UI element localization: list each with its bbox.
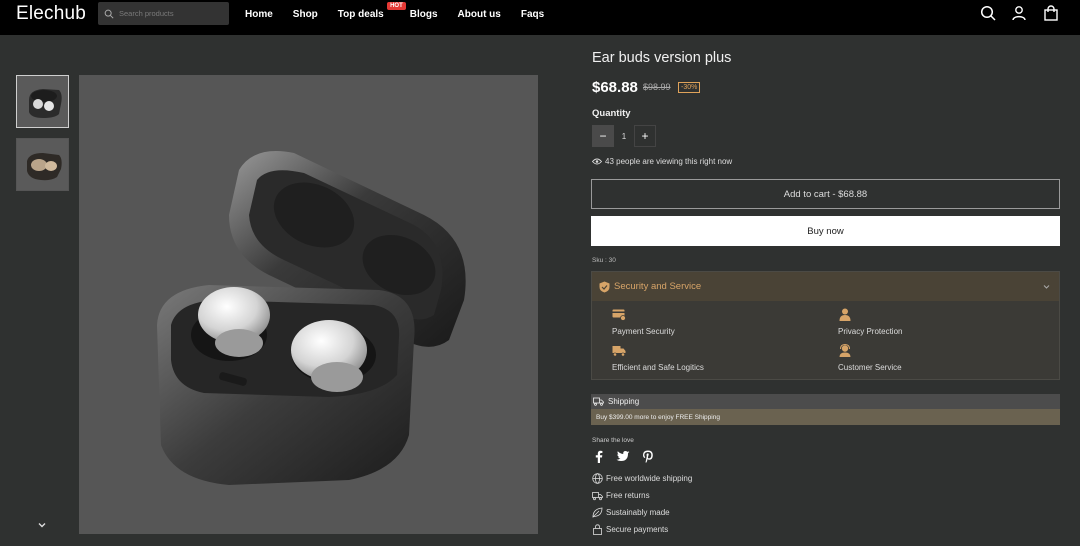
product-title: Ear buds version plus	[592, 50, 732, 66]
quantity-decrease-button[interactable]: −	[592, 125, 614, 147]
buy-now-button[interactable]: Buy now	[591, 216, 1060, 246]
viewing-now: 43 people are viewing this right now	[592, 157, 732, 166]
feature-label: Free worldwide shipping	[606, 474, 693, 483]
product-main-image[interactable]	[79, 75, 538, 534]
nav-top-deals[interactable]: Top deals HOT	[337, 1, 406, 20]
quantity-value[interactable]: 1	[614, 125, 634, 147]
chevron-down-icon[interactable]	[36, 519, 48, 531]
service-efficient-logistics: Efficient and Safe Logitics	[612, 363, 704, 372]
service-customer-service: Customer Service	[838, 363, 902, 372]
search-box[interactable]	[98, 2, 229, 25]
service-payment-security: Payment Security	[612, 327, 675, 336]
security-service-heading: Security and Service	[614, 281, 702, 292]
lock-icon	[593, 524, 602, 535]
security-service-panel: Security and Service Payment Security Pr…	[591, 271, 1060, 380]
shipping-label: Shipping	[608, 397, 640, 406]
feature-label: Sustainably made	[606, 508, 670, 517]
cart-bag-icon[interactable]	[1043, 5, 1059, 21]
free-shipping-note: Buy $399.00 more to enjoy FREE Shipping	[591, 409, 1060, 425]
customer-service-icon	[839, 344, 851, 357]
payment-card-icon	[612, 309, 626, 321]
truck-icon	[592, 492, 603, 501]
feature-label: Free returns	[606, 491, 650, 500]
delivery-truck-icon	[612, 346, 626, 357]
chevron-down-icon	[1043, 285, 1050, 289]
feature-label: Secure payments	[606, 525, 669, 534]
search-icon[interactable]	[980, 5, 996, 21]
nav-top-deals-label: Top deals	[337, 8, 384, 20]
truck-icon	[593, 397, 604, 406]
quantity-label: Quantity	[592, 108, 631, 119]
shipping-panel: Shipping Buy $399.00 more to enjoy FREE …	[591, 394, 1060, 425]
nav-blogs[interactable]: Blogs	[410, 9, 438, 20]
site-header: Elechub Home Shop Top deals HOT Blogs Ab…	[0, 0, 1080, 35]
hot-badge: HOT	[387, 1, 406, 10]
nav-faqs[interactable]: Faqs	[521, 9, 544, 20]
product-price: $68.88	[592, 79, 638, 96]
thumbnail-earbuds-image	[17, 76, 68, 127]
thumbnail-2[interactable]	[16, 138, 69, 191]
search-icon	[104, 9, 114, 19]
search-input[interactable]	[119, 9, 219, 18]
privacy-person-icon	[839, 308, 851, 321]
security-service-toggle[interactable]: Security and Service	[592, 272, 1059, 301]
account-icon[interactable]	[1011, 5, 1027, 21]
feature-sustainably-made: Sustainably made	[592, 507, 670, 518]
feature-secure-payments: Secure payments	[592, 524, 668, 535]
feature-free-worldwide-shipping: Free worldwide shipping	[592, 473, 692, 484]
add-to-cart-button[interactable]: Add to cart - $68.88	[591, 179, 1060, 209]
feature-free-returns: Free returns	[592, 490, 650, 501]
facebook-icon[interactable]	[593, 450, 605, 463]
twitter-icon[interactable]	[616, 450, 630, 463]
shield-icon	[599, 281, 610, 292]
eye-icon	[592, 158, 602, 165]
thumbnail-earbuds-alt-image	[17, 139, 68, 190]
main-nav: Home Shop Top deals HOT Blogs About us F…	[245, 0, 564, 28]
pinterest-icon[interactable]	[642, 450, 654, 463]
thumbnail-1[interactable]	[16, 75, 69, 128]
nav-home[interactable]: Home	[245, 9, 273, 20]
sku: Sku : 30	[592, 257, 616, 264]
original-price: $98.99	[643, 82, 671, 92]
service-privacy-protection: Privacy Protection	[838, 327, 903, 336]
leaf-icon	[592, 507, 603, 518]
viewing-text: 43 people are viewing this right now	[605, 157, 733, 166]
nav-shop[interactable]: Shop	[293, 9, 318, 20]
earbuds-case-illustration	[157, 151, 466, 485]
globe-icon	[592, 473, 603, 484]
nav-about-us[interactable]: About us	[458, 9, 501, 20]
share-label: Share the love	[592, 437, 634, 444]
discount-badge: -30%	[678, 82, 701, 93]
site-logo[interactable]: Elechub	[16, 3, 86, 25]
shipping-header: Shipping	[591, 394, 1060, 409]
quantity-increase-button[interactable]: +	[634, 125, 656, 147]
